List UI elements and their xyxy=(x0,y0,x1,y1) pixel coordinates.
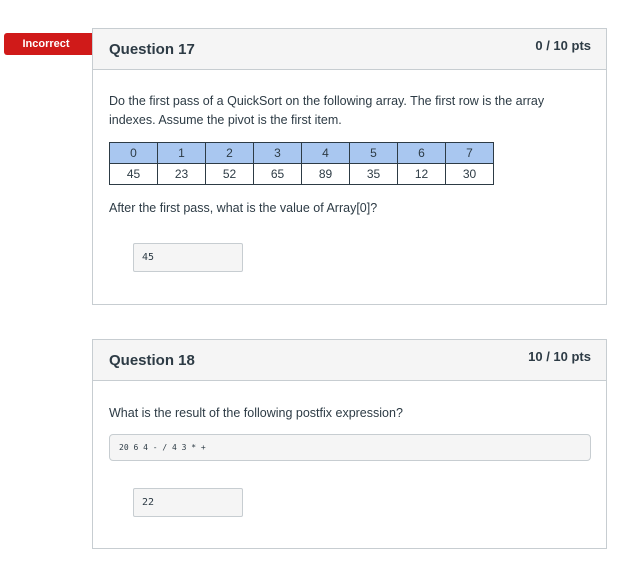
question-18-prompt: What is the result of the following post… xyxy=(109,406,403,420)
question-17-follow-up: After the first pass, what is the value … xyxy=(109,201,378,215)
array-value-cell: 45 xyxy=(109,163,158,185)
array-index-cell: 4 xyxy=(301,142,350,164)
question-18-title: Question 18 xyxy=(109,352,195,369)
question-17-prompt: Do the first pass of a QuickSort on the … xyxy=(109,94,545,127)
question-17-title: Question 17 xyxy=(109,41,195,58)
question-18-points: 10 / 10 pts xyxy=(528,349,591,364)
array-value-cell: 65 xyxy=(253,163,302,185)
array-value-cell: 23 xyxy=(157,163,206,185)
array-index-cell: 3 xyxy=(253,142,302,164)
array-index-cell: 2 xyxy=(205,142,254,164)
quiz-results-page: Incorrect Question 17 0 / 10 pts Do the … xyxy=(0,0,617,562)
question-17-points: 0 / 10 pts xyxy=(535,38,591,53)
array-index-cell: 7 xyxy=(445,142,494,164)
question-17-card: Question 17 0 / 10 pts Do the first pass… xyxy=(92,28,607,305)
question-17-answer-field: 45 xyxy=(133,243,243,272)
array-index-cell: 6 xyxy=(397,142,446,164)
array-index-cell: 1 xyxy=(157,142,206,164)
array-index-cell: 0 xyxy=(109,142,158,164)
array-value-cell: 30 xyxy=(445,163,494,185)
question-17-header: Question 17 0 / 10 pts xyxy=(93,29,606,70)
array-table: 0 1 2 3 4 5 6 7 45 23 52 65 89 35 12 30 xyxy=(109,142,494,185)
question-18-card: Question 18 10 / 10 pts What is the resu… xyxy=(92,339,607,549)
array-value-cell: 52 xyxy=(205,163,254,185)
array-index-cell: 5 xyxy=(349,142,398,164)
array-index-row: 0 1 2 3 4 5 6 7 xyxy=(109,142,494,164)
postfix-expression-code: 20 6 4 - / 4 3 * + xyxy=(109,434,591,461)
array-value-cell: 35 xyxy=(349,163,398,185)
array-value-row: 45 23 52 65 89 35 12 30 xyxy=(109,163,494,185)
array-value-cell: 12 xyxy=(397,163,446,185)
incorrect-status-badge: Incorrect xyxy=(4,33,107,55)
question-18-answer-field: 22 xyxy=(133,488,243,517)
array-value-cell: 89 xyxy=(301,163,350,185)
question-18-header: Question 18 10 / 10 pts xyxy=(93,340,606,381)
